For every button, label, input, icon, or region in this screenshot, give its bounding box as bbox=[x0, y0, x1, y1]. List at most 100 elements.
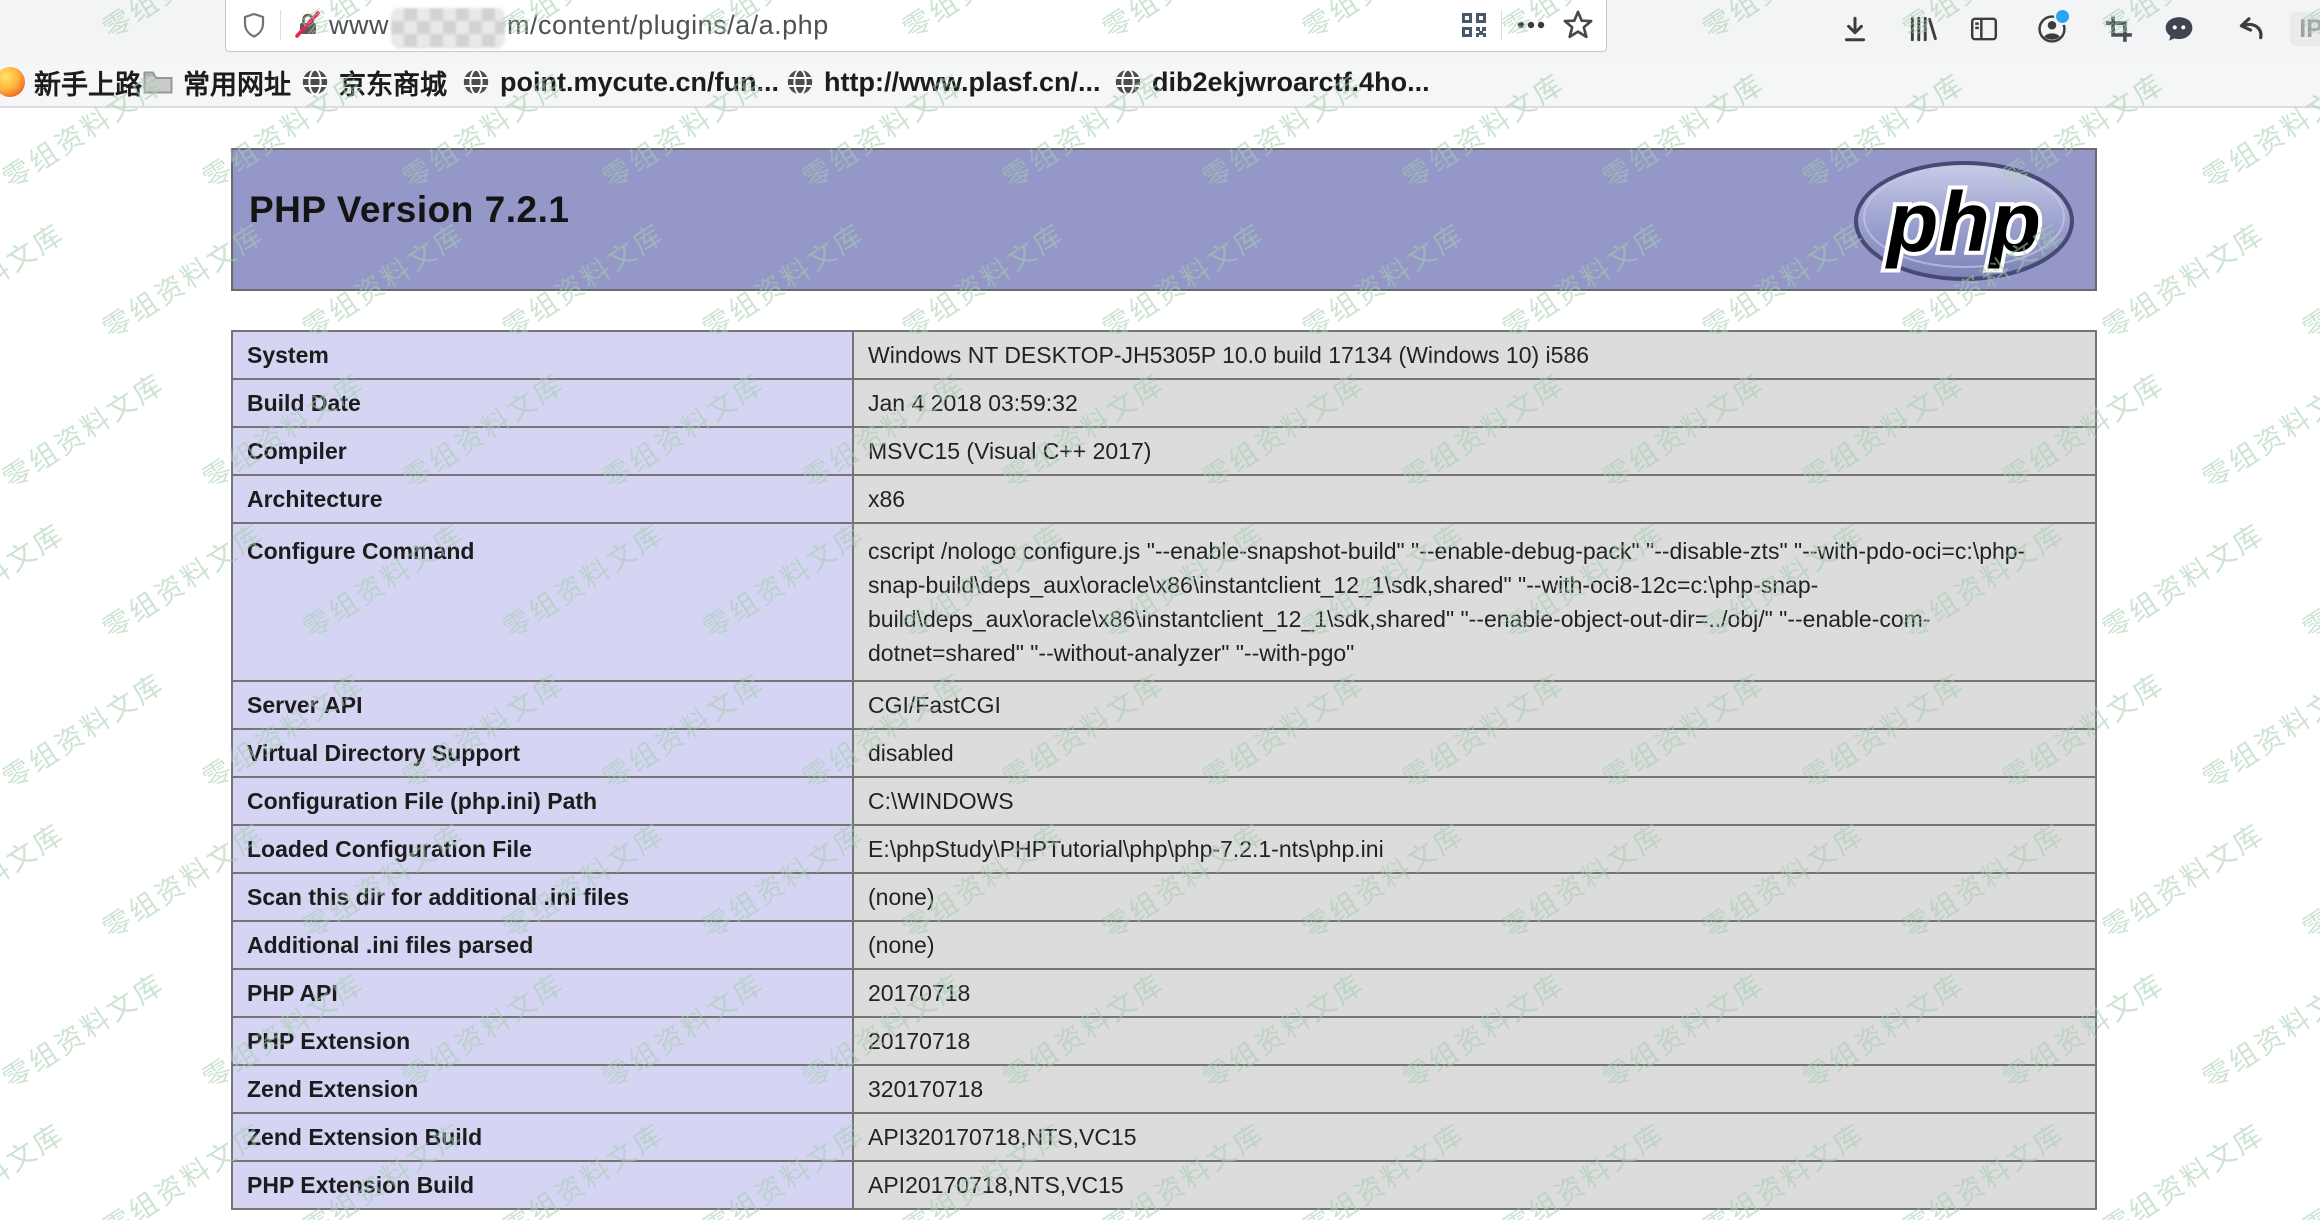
row-value: x86 bbox=[853, 475, 2096, 523]
watermark-text: 零组资料文库 bbox=[0, 963, 172, 1098]
tracking-protection-shield-icon[interactable] bbox=[240, 11, 268, 39]
table-row: SystemWindows NT DESKTOP-JH5305P 10.0 bu… bbox=[232, 331, 2096, 379]
row-value: 20170718 bbox=[853, 969, 2096, 1017]
table-row: Configure Commandcscript /nologo configu… bbox=[232, 523, 2096, 681]
watermark-text: 零组资料文库 bbox=[2294, 1113, 2320, 1220]
bookmark-label: 新手上路 bbox=[34, 63, 142, 102]
insecure-lock-icon[interactable] bbox=[293, 10, 323, 40]
globe-icon bbox=[300, 67, 330, 97]
row-label: PHP Extension bbox=[232, 1017, 853, 1065]
row-value: cscript /nologo configure.js "--enable-s… bbox=[853, 523, 2096, 681]
navigation-toolbar: www m/content/plugins/a/a.php bbox=[0, 0, 2320, 59]
table-row: Zend Extension320170718 bbox=[232, 1065, 2096, 1113]
download-icon[interactable] bbox=[1839, 12, 1871, 46]
globe-icon bbox=[461, 67, 491, 97]
watermark-text: 零组资料文库 bbox=[2094, 1113, 2272, 1220]
row-label: Configuration File (php.ini) Path bbox=[232, 777, 853, 825]
row-label: System bbox=[232, 331, 853, 379]
row-label: Scan this dir for additional .ini files bbox=[232, 873, 853, 921]
bookmark-label: point.mycute.cn/fun... bbox=[500, 67, 779, 98]
watermark-text: 零组资料文库 bbox=[0, 363, 172, 498]
bookmark-item[interactable]: 常用网址 bbox=[142, 58, 291, 106]
table-row: Configuration File (php.ini) PathC:\WIND… bbox=[232, 777, 2096, 825]
sidebars-icon[interactable] bbox=[1968, 12, 2000, 46]
row-value: API20170718,NTS,VC15 bbox=[853, 1161, 2096, 1209]
qr-code-icon[interactable] bbox=[1459, 10, 1489, 40]
row-label: Loaded Configuration File bbox=[232, 825, 853, 873]
row-value: disabled bbox=[853, 729, 2096, 777]
watermark-text: 零组资料文库 bbox=[2094, 213, 2272, 348]
bookmark-item[interactable]: http://www.plasf.cn/... bbox=[785, 58, 1101, 106]
bookmark-item[interactable]: dib2ekjwroarctf.4ho... bbox=[1113, 58, 1430, 106]
watermark-text: 零组资料文库 bbox=[0, 1113, 72, 1220]
row-label: Configure Command bbox=[232, 523, 853, 681]
row-label: Architecture bbox=[232, 475, 853, 523]
table-row: Additional .ini files parsed(none) bbox=[232, 921, 2096, 969]
row-value: MSVC15 (Visual C++ 2017) bbox=[853, 427, 2096, 475]
url-bar[interactable]: www m/content/plugins/a/a.php bbox=[225, 0, 1607, 52]
row-label: Compiler bbox=[232, 427, 853, 475]
watermark-text: 零组资料文库 bbox=[0, 663, 172, 798]
row-value: Windows NT DESKTOP-JH5305P 10.0 build 17… bbox=[853, 331, 2096, 379]
watermark-text: 零组资料文库 bbox=[2094, 813, 2272, 948]
phpinfo-header: PHP Version 7.2.1 php bbox=[231, 148, 2097, 291]
account-icon[interactable] bbox=[2036, 12, 2068, 46]
bookmark-star-icon[interactable] bbox=[1562, 9, 1594, 41]
table-row: Server APICGI/FastCGI bbox=[232, 681, 2096, 729]
bookmark-label: 京东商城 bbox=[339, 63, 447, 102]
bookmarks-toolbar: 新手上路 常用网址 京东商城 point.mycute.cn/fun... ht… bbox=[0, 58, 2320, 108]
watermark-text: 零组资料文库 bbox=[2094, 513, 2272, 648]
browser-window: www m/content/plugins/a/a.php bbox=[0, 0, 2320, 1220]
row-value: Jan 4 2018 03:59:32 bbox=[853, 379, 2096, 427]
divider bbox=[280, 10, 281, 40]
table-row: CompilerMSVC15 (Visual C++ 2017) bbox=[232, 427, 2096, 475]
watermark-text: 零组资料文库 bbox=[2294, 513, 2320, 648]
library-icon[interactable] bbox=[1906, 12, 1938, 46]
page-actions-ellipsis-icon[interactable] bbox=[1514, 10, 1548, 40]
url-prefix: www bbox=[329, 10, 389, 41]
undo-arrow-icon[interactable] bbox=[2234, 12, 2266, 46]
table-row: Build DateJan 4 2018 03:59:32 bbox=[232, 379, 2096, 427]
bookmark-label: http://www.plasf.cn/... bbox=[824, 67, 1101, 98]
row-value: (none) bbox=[853, 921, 2096, 969]
row-label: Zend Extension Build bbox=[232, 1113, 853, 1161]
row-value: CGI/FastCGI bbox=[853, 681, 2096, 729]
watermark-text: 零组资料文库 bbox=[2194, 663, 2320, 798]
row-value: C:\WINDOWS bbox=[853, 777, 2096, 825]
row-label: Zend Extension bbox=[232, 1065, 853, 1113]
url-redaction-blur bbox=[391, 8, 505, 48]
chat-bubble-icon[interactable] bbox=[2163, 12, 2195, 46]
watermark-text: 零组资料文库 bbox=[0, 813, 72, 948]
bookmark-item[interactable]: point.mycute.cn/fun... bbox=[461, 58, 779, 106]
notification-badge bbox=[2054, 8, 2071, 25]
table-row: Scan this dir for additional .ini files(… bbox=[232, 873, 2096, 921]
globe-icon bbox=[1113, 67, 1143, 97]
row-value: API320170718,NTS,VC15 bbox=[853, 1113, 2096, 1161]
page-title: PHP Version 7.2.1 bbox=[249, 189, 569, 231]
table-row: PHP API20170718 bbox=[232, 969, 2096, 1017]
row-label: PHP API bbox=[232, 969, 853, 1017]
firefox-icon bbox=[0, 67, 25, 97]
row-label: Server API bbox=[232, 681, 853, 729]
watermark-text: 零组资料文库 bbox=[2194, 963, 2320, 1098]
url-text[interactable]: www m/content/plugins/a/a.php bbox=[329, 5, 829, 45]
row-value: E:\phpStudy\PHPTutorial\php\php-7.2.1-nt… bbox=[853, 825, 2096, 873]
watermark-text: 零组资料文库 bbox=[0, 213, 72, 348]
table-row: Architecturex86 bbox=[232, 475, 2096, 523]
bookmark-item[interactable]: 京东商城 bbox=[300, 58, 447, 106]
row-label: Virtual Directory Support bbox=[232, 729, 853, 777]
table-row: Virtual Directory Supportdisabled bbox=[232, 729, 2096, 777]
bookmark-label: 常用网址 bbox=[183, 63, 291, 102]
table-row: PHP Extension BuildAPI20170718,NTS,VC15 bbox=[232, 1161, 2096, 1209]
watermark-text: 零组资料文库 bbox=[2294, 213, 2320, 348]
php-logo: php bbox=[1851, 157, 2077, 285]
ip-extension-button[interactable]: IP bbox=[2290, 12, 2320, 46]
watermark-text: 零组资料文库 bbox=[0, 513, 72, 648]
row-value: 320170718 bbox=[853, 1065, 2096, 1113]
bookmark-item[interactable]: 新手上路 bbox=[0, 58, 142, 106]
screenshot-crop-icon[interactable] bbox=[2103, 12, 2135, 46]
row-value: (none) bbox=[853, 873, 2096, 921]
table-row: Loaded Configuration FileE:\phpStudy\PHP… bbox=[232, 825, 2096, 873]
row-label: Additional .ini files parsed bbox=[232, 921, 853, 969]
watermark-text: 零组资料文库 bbox=[2194, 363, 2320, 498]
